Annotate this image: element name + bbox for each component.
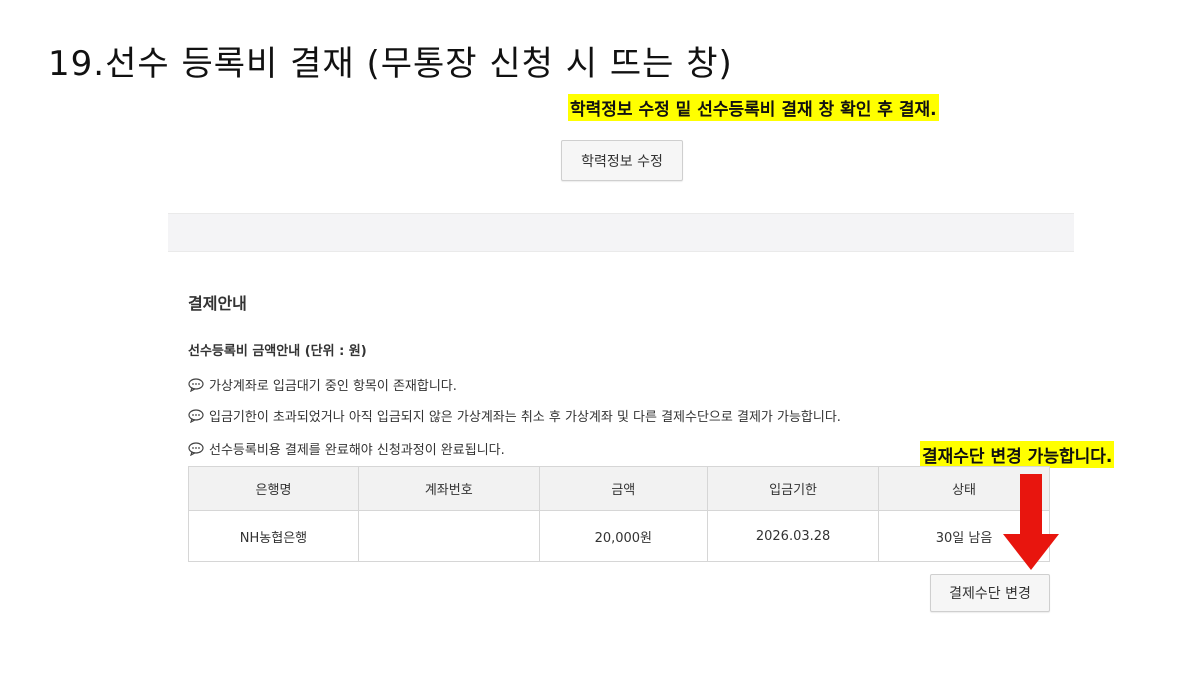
arrow-down-icon <box>1003 474 1059 570</box>
cell-amount: 20,000원 <box>538 510 709 562</box>
annotation-right: 결재수단 변경 가능합니다. <box>920 441 1115 468</box>
header-account: 계좌번호 <box>357 466 540 511</box>
table-row: NH농협은행 20,000원 2026.03.28 30일 남음 <box>188 510 1050 562</box>
payment-table: 은행명 계좌번호 금액 입금기한 상태 NH농협은행 20,000원 2026.… <box>188 466 1050 562</box>
chat-bubble-icon <box>188 441 204 456</box>
fee-info-title: 선수등록비 금액안내 (단위 : 원) <box>188 344 367 359</box>
table-header-row: 은행명 계좌번호 금액 입금기한 상태 <box>188 466 1050 511</box>
edit-education-button[interactable]: 학력정보 수정 <box>561 140 683 181</box>
chat-bubble-icon <box>188 377 204 392</box>
notice-text: 입금기한이 초과되었거나 아직 입금되지 않은 가상계좌는 취소 후 가상계좌 … <box>209 410 841 425</box>
cell-due-date: 2026.03.28 <box>707 510 880 562</box>
header-bank: 은행명 <box>188 466 359 511</box>
header-band <box>168 213 1074 252</box>
notice-text: 가상계좌로 입금대기 중인 항목이 존재합니다. <box>209 379 457 394</box>
change-payment-method-button[interactable]: 결제수단 변경 <box>930 574 1050 612</box>
notice-item: 입금기한이 초과되었거나 아직 입금되지 않은 가상계좌는 취소 후 가상계좌 … <box>188 406 841 425</box>
payment-section-title: 결제안내 <box>188 294 247 313</box>
notice-item: 선수등록비용 결제를 완료해야 신청과정이 완료됩니다. <box>188 439 505 458</box>
header-amount: 금액 <box>538 466 709 511</box>
annotation-top: 학력정보 수정 밑 선수등록비 결재 창 확인 후 결재. <box>568 94 939 121</box>
cell-bank: NH농협은행 <box>188 510 359 562</box>
chat-bubble-icon <box>188 408 204 423</box>
notice-text: 선수등록비용 결제를 완료해야 신청과정이 완료됩니다. <box>209 443 505 458</box>
slide-title: 19.선수 등록비 결재 (무통장 신청 시 뜨는 창) <box>48 44 733 84</box>
notice-item: 가상계좌로 입금대기 중인 항목이 존재합니다. <box>188 375 457 394</box>
cell-account <box>357 510 540 562</box>
header-due-date: 입금기한 <box>707 466 880 511</box>
